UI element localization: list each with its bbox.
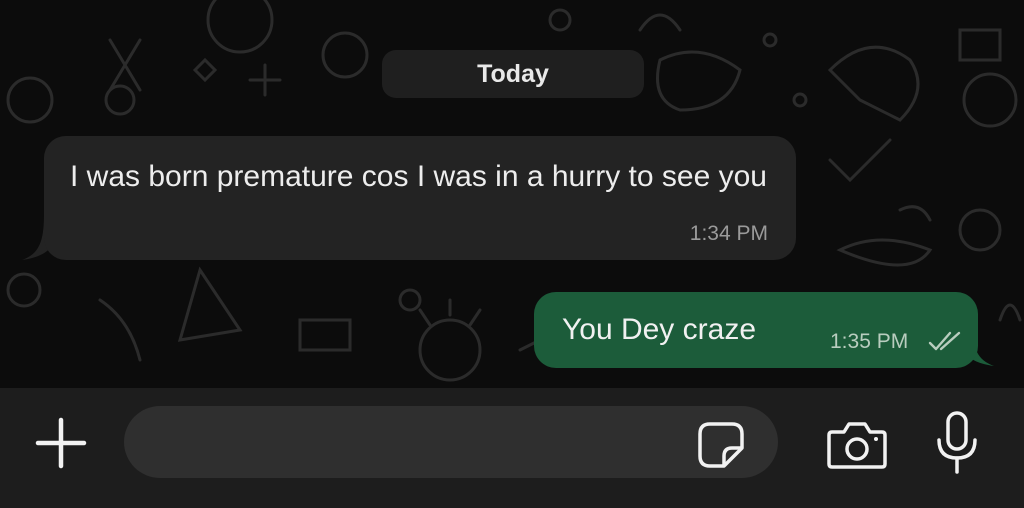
outgoing-message-time: 1:35 PM <box>830 330 909 353</box>
camera-icon[interactable] <box>826 418 888 470</box>
sticker-icon[interactable] <box>696 420 746 470</box>
message-input[interactable] <box>124 406 778 478</box>
chat-screen: Today I was born premature cos I was in … <box>0 0 1024 508</box>
outgoing-message-text: You Dey craze <box>562 313 757 346</box>
incoming-message-time: 1:34 PM <box>689 222 768 245</box>
microphone-icon[interactable] <box>934 410 980 476</box>
incoming-message-bubble[interactable]: I was born premature cos I was in a hurr… <box>44 136 796 260</box>
outgoing-message-bubble[interactable]: You Dey craze 1:35 PM <box>534 292 978 368</box>
double-check-icon <box>928 330 962 352</box>
message-input-bar <box>0 388 1024 508</box>
plus-icon[interactable] <box>30 412 92 474</box>
date-separator: Today <box>382 50 644 98</box>
incoming-message-text: I was born premature cos I was in a hurr… <box>70 160 767 193</box>
